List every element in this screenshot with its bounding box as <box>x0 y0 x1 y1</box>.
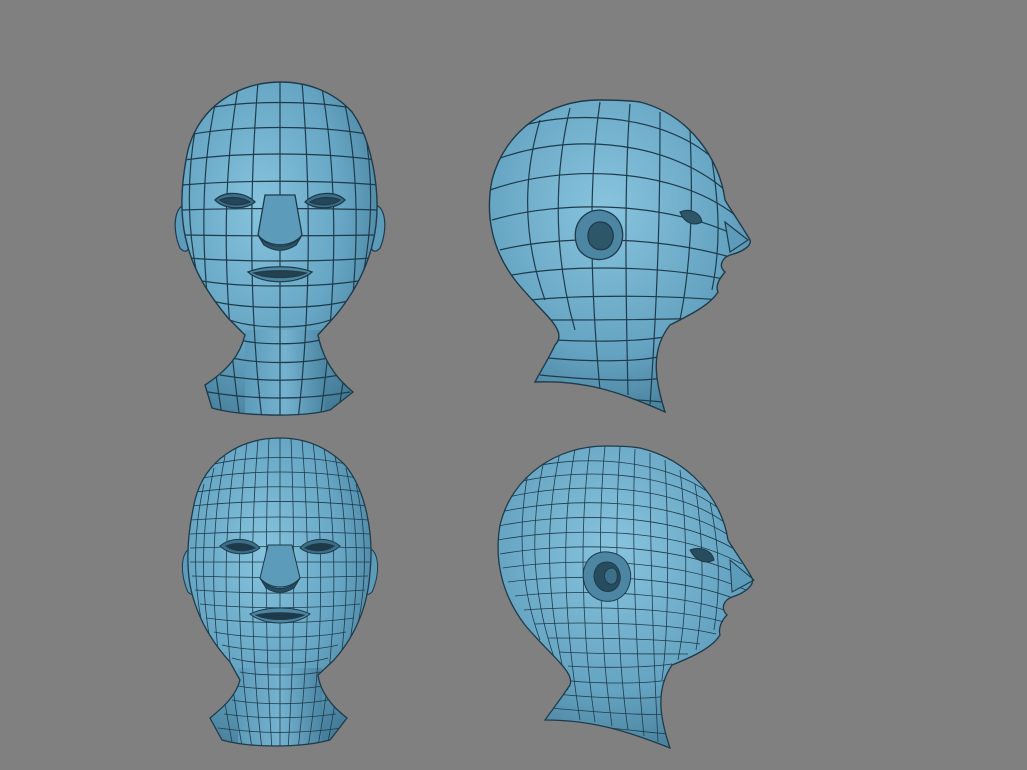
viewport-canvas <box>0 0 1027 770</box>
viewport-background <box>0 0 1027 770</box>
mesh-viewport <box>0 0 1027 770</box>
